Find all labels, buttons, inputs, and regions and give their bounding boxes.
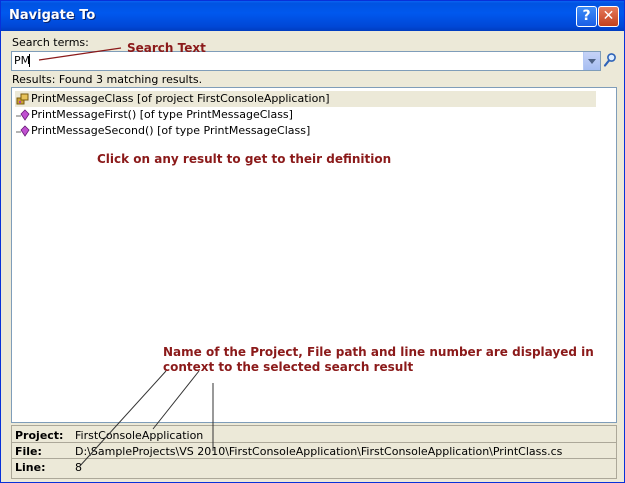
- annotation-arrows: [38, 47, 214, 468]
- project-pointer-line: [78, 370, 167, 468]
- search-text-arrow: [38, 47, 122, 61]
- navigate-to-dialog: Navigate To ? ✕ Search terms: PM Results…: [0, 0, 625, 483]
- file-pointer-line: [152, 370, 200, 430]
